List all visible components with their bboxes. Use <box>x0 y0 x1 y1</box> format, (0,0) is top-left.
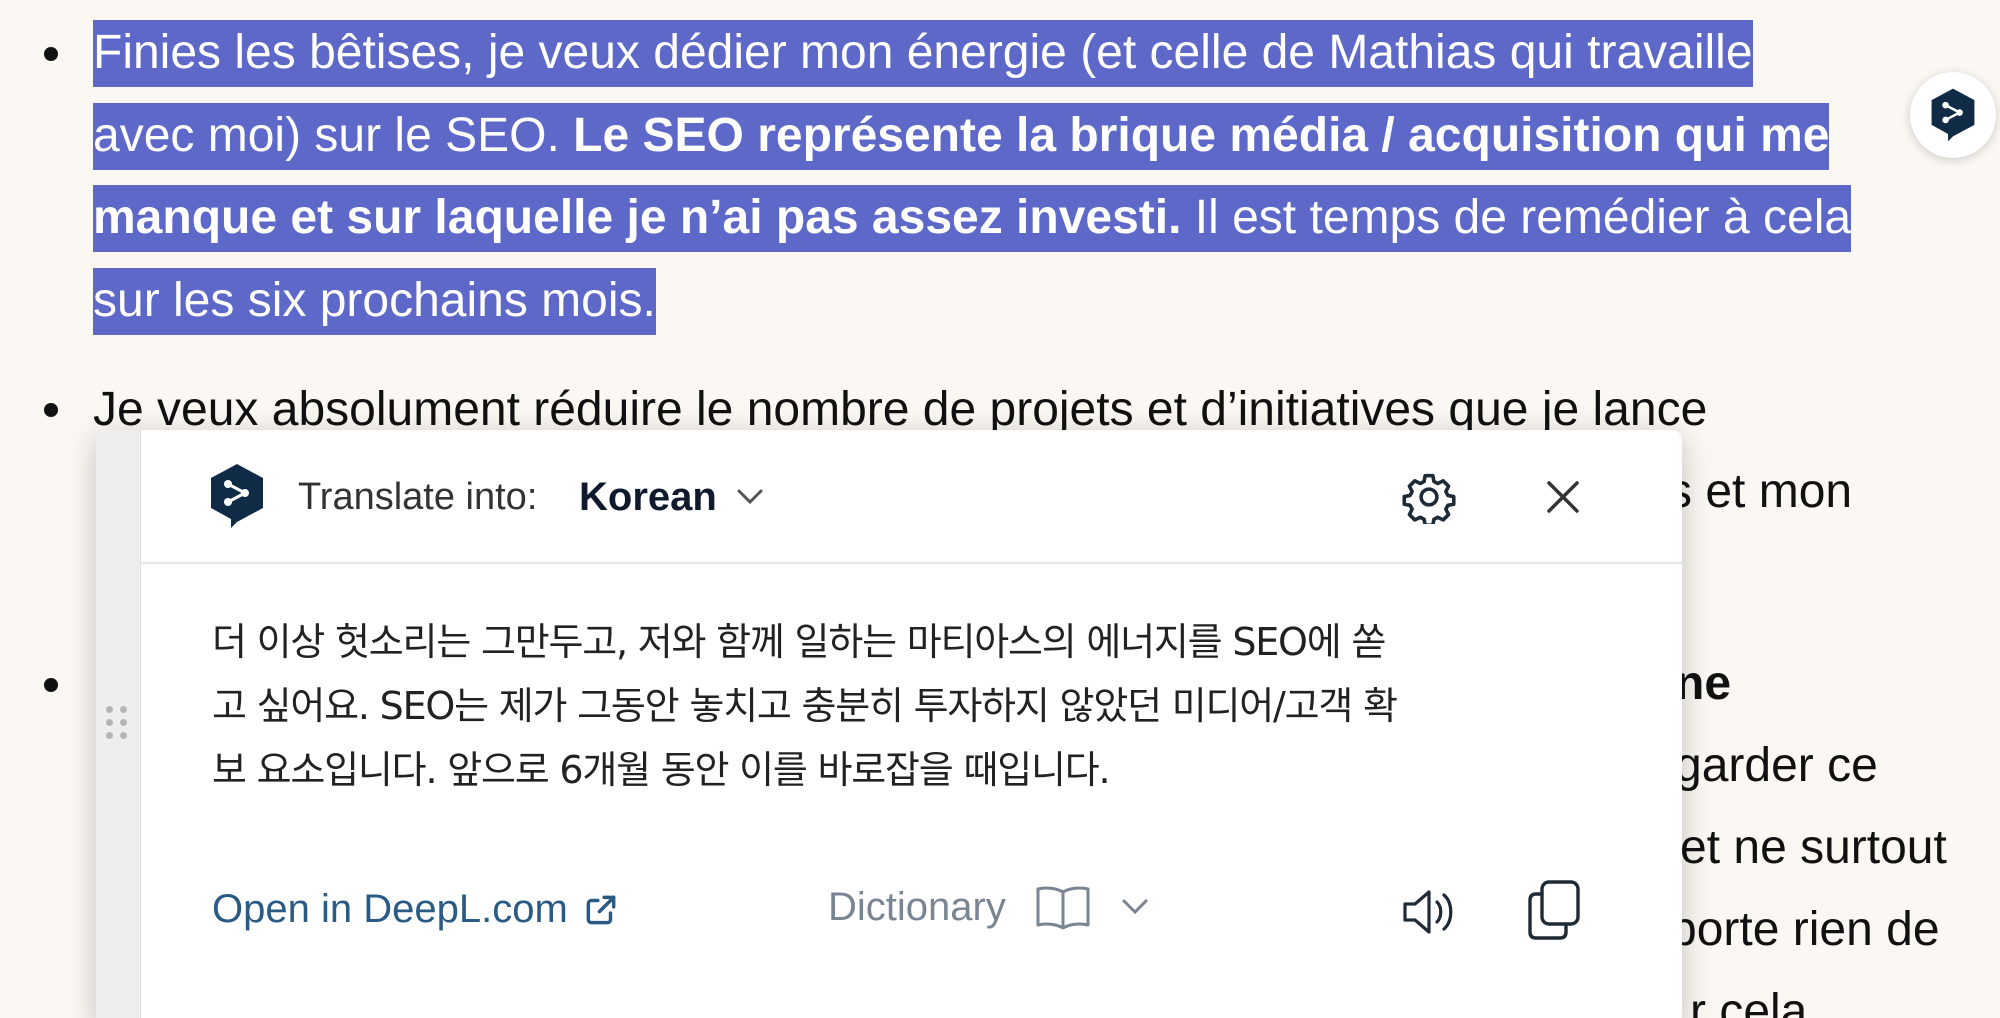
deepl-translate-button[interactable] <box>1910 72 1996 158</box>
selected-bold-text: Le SEO représente la brique média / acqu… <box>573 108 1830 162</box>
translation-text: 더 이상 헛소리는 그만두고, 저와 함께 일하는 마티아스의 에너지를 SEO… <box>212 610 1612 802</box>
open-in-deepl-link[interactable]: Open in DeepL.com <box>212 887 620 932</box>
paragraph-text: garder ce <box>1675 739 1878 792</box>
translation-line: 고 싶어요. SEO는 제가 그동안 놓치고 충분히 투자하지 않았던 미디어/… <box>212 684 1398 728</box>
listen-button[interactable] <box>1397 880 1461 944</box>
paragraph-text: porte rien de <box>1670 903 1940 956</box>
paragraph-text: r cela <box>1690 985 1808 1018</box>
dictionary-label: Dictionary <box>828 884 1006 929</box>
settings-button[interactable] <box>1398 466 1460 528</box>
bullet <box>44 47 58 61</box>
gear-icon <box>1402 473 1456 524</box>
drag-strip[interactable] <box>96 430 141 1018</box>
deepl-logo-icon <box>211 464 263 528</box>
copy-icon <box>1528 880 1580 940</box>
paragraph-bold-text: ne <box>1675 657 1732 710</box>
paragraph-text: s et mon <box>1668 465 1853 518</box>
paragraph-selected[interactable]: Finies les bêtises, je veux dédier mon é… <box>93 12 1998 342</box>
translation-line: 더 이상 헛소리는 그만두고, 저와 함께 일하는 마티아스의 에너지를 SEO… <box>212 620 1386 664</box>
selected-text: avec moi) sur le SEO. <box>93 108 574 162</box>
deepl-logo-icon <box>1931 88 1975 142</box>
bullet <box>44 403 58 417</box>
language-select[interactable]: Korean <box>579 466 765 528</box>
book-icon <box>1036 886 1090 930</box>
popup-header: Translate into: Korean <box>141 430 1682 564</box>
selected-text: sur les six prochains mois. <box>93 267 656 335</box>
language-name: Korean <box>579 474 717 519</box>
speaker-icon <box>1403 890 1453 934</box>
chevron-down-icon <box>1122 899 1148 915</box>
drag-handle-icon[interactable] <box>106 706 130 742</box>
translation-line: 보 요소입니다. 앞으로 6개월 동안 이를 바로잡을 때입니다. <box>212 748 1111 792</box>
close-icon <box>1547 481 1579 513</box>
dictionary-button[interactable]: Dictionary <box>828 884 1150 930</box>
open-in-deepl-label: Open in DeepL.com <box>212 887 568 931</box>
bullet <box>44 678 58 692</box>
selected-bold-text: manque et sur laquelle je n’ai pas assez… <box>93 191 1182 244</box>
chevron-down-icon <box>737 489 763 505</box>
copy-button[interactable] <box>1522 876 1586 944</box>
selected-text: Finies les bêtises, je veux dédier mon é… <box>93 20 1753 87</box>
paragraph-text: et ne surtout <box>1680 821 1947 874</box>
external-link-icon <box>586 895 616 924</box>
close-button[interactable] <box>1532 466 1594 528</box>
translate-into-label: Translate into: <box>298 476 538 518</box>
selected-text: Il est temps de remédier à cela <box>1181 191 1852 244</box>
